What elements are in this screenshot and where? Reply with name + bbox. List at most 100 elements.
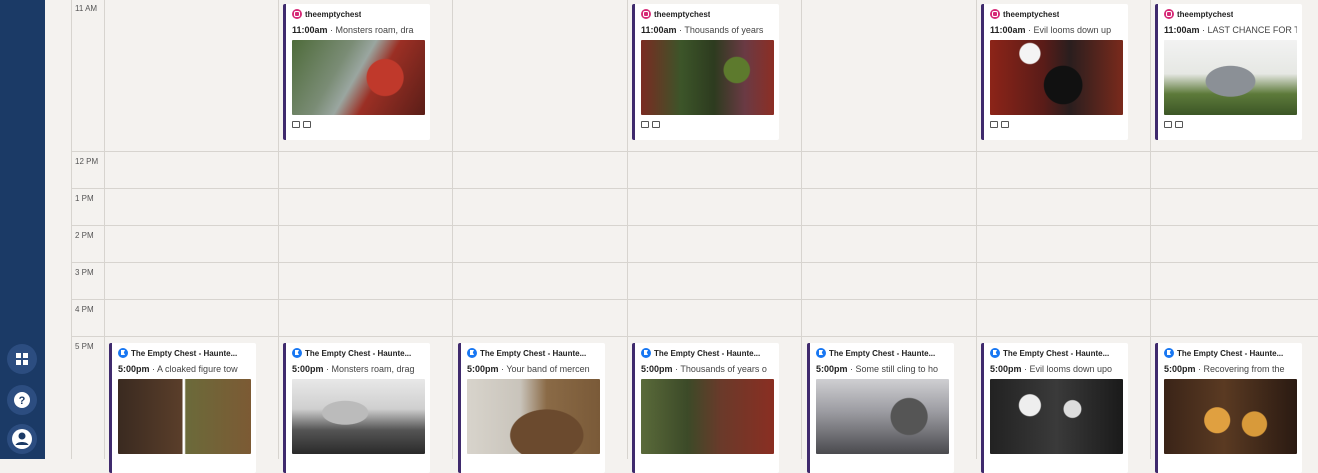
post-card[interactable]: theemptychest 11:00am · Evil looms down … (981, 4, 1128, 140)
facebook-flag-icon (467, 348, 477, 358)
day-column-line (801, 0, 802, 459)
post-card[interactable]: The Empty Chest - Haunte... 5:00pm · Som… (807, 343, 954, 473)
post-card-header: The Empty Chest - Haunte... (990, 347, 1123, 359)
post-caption: 5:00pm · Recovering from the (1164, 363, 1297, 375)
help-icon[interactable]: ? (7, 385, 37, 415)
separator: · (1021, 364, 1030, 374)
hour-line (71, 299, 1318, 300)
post-time: 5:00pm (641, 364, 673, 374)
calendar-icon[interactable] (641, 120, 649, 128)
separator: · (149, 364, 158, 374)
post-image[interactable] (1164, 40, 1297, 115)
calendar-gutter (45, 0, 71, 459)
svg-text:?: ? (19, 395, 26, 407)
post-time: 11:00am (990, 25, 1026, 35)
facebook-flag-icon (641, 348, 651, 358)
post-card-header: theemptychest (292, 8, 425, 20)
caption-text: Monsters roam, drag (331, 364, 415, 374)
day-column-line (452, 0, 453, 459)
post-caption: 5:00pm · Your band of mercen (467, 363, 600, 375)
post-card[interactable]: The Empty Chest - Haunte... 5:00pm · Rec… (1155, 343, 1302, 473)
caption-text: Thousands of years (684, 25, 764, 35)
post-time: 11:00am (292, 25, 328, 35)
caption-text: Your band of mercen (506, 364, 590, 374)
separator: · (1025, 25, 1034, 35)
calendar-icon[interactable] (292, 120, 300, 128)
post-card[interactable]: The Empty Chest - Haunte... 5:00pm · Mon… (283, 343, 430, 473)
post-time: 5:00pm (1164, 364, 1196, 374)
image-icon[interactable] (1175, 120, 1183, 128)
post-time: 11:00am (1164, 25, 1200, 35)
post-caption: 11:00am · Thousands of years (641, 24, 774, 36)
post-card[interactable]: The Empty Chest - Haunte... 5:00pm · You… (458, 343, 605, 473)
post-card-header: The Empty Chest - Haunte... (118, 347, 251, 359)
instagram-icon (1164, 9, 1174, 19)
account-name: The Empty Chest - Haunte... (1003, 348, 1110, 358)
separator: · (1199, 25, 1208, 35)
post-card-header: The Empty Chest - Haunte... (641, 347, 774, 359)
post-time: 5:00pm (118, 364, 150, 374)
post-image[interactable] (641, 40, 774, 115)
day-column-line (627, 0, 628, 459)
caption-text: Evil looms down up (1033, 25, 1112, 35)
facebook-flag-icon (816, 348, 826, 358)
post-card-header: The Empty Chest - Haunte... (467, 347, 600, 359)
avatar[interactable] (7, 424, 37, 454)
time-label: 4 PM (75, 305, 94, 314)
post-image[interactable] (990, 379, 1123, 454)
post-card[interactable]: The Empty Chest - Haunte... 5:00pm · Evi… (981, 343, 1128, 473)
post-caption: 5:00pm · Thousands of years o (641, 363, 774, 375)
account-name: theemptychest (1177, 9, 1234, 19)
post-caption: 5:00pm · Some still cling to ho (816, 363, 949, 375)
time-label: 12 PM (75, 157, 99, 166)
post-image[interactable] (467, 379, 600, 454)
post-card-header: theemptychest (990, 8, 1123, 20)
post-image[interactable] (292, 40, 425, 115)
account-name: The Empty Chest - Haunte... (480, 348, 587, 358)
image-icon[interactable] (652, 120, 660, 128)
post-image[interactable] (1164, 379, 1297, 454)
post-card-header: theemptychest (1164, 8, 1297, 20)
day-column-line (278, 0, 279, 459)
separator: · (327, 25, 336, 35)
account-name: theemptychest (654, 9, 711, 19)
post-card-header: The Empty Chest - Haunte... (1164, 347, 1297, 359)
post-card-header: The Empty Chest - Haunte... (816, 347, 949, 359)
post-caption: 5:00pm · Monsters roam, drag (292, 363, 425, 375)
image-icon[interactable] (1001, 120, 1009, 128)
post-card[interactable]: The Empty Chest - Haunte... 5:00pm · A c… (109, 343, 256, 473)
hour-line (71, 336, 1318, 337)
facebook-flag-icon (1164, 348, 1174, 358)
post-time: 5:00pm (816, 364, 848, 374)
caption-text: Thousands of years o (680, 364, 767, 374)
post-card-header: The Empty Chest - Haunte... (292, 347, 425, 359)
post-caption: 11:00am · LAST CHANCE FOR T (1164, 24, 1297, 36)
post-card[interactable]: theemptychest 11:00am · Monsters roam, d… (283, 4, 430, 140)
caption-text: Some still cling to ho (855, 364, 939, 374)
calendar-icon[interactable] (1164, 120, 1172, 128)
account-name: The Empty Chest - Haunte... (305, 348, 412, 358)
hour-line (71, 262, 1318, 263)
post-image[interactable] (292, 379, 425, 454)
post-card[interactable]: theemptychest 11:00am · Thousands of yea… (632, 4, 779, 140)
image-icon[interactable] (303, 120, 311, 128)
post-actions (641, 115, 774, 133)
post-actions (990, 115, 1123, 133)
hour-line (71, 188, 1318, 189)
account-name: theemptychest (305, 9, 362, 19)
post-actions (292, 115, 425, 133)
post-card[interactable]: theemptychest 11:00am · LAST CHANCE FOR … (1155, 4, 1302, 140)
caption-text: Monsters roam, dra (335, 25, 414, 35)
separator: · (323, 364, 332, 374)
caption-text: LAST CHANCE FOR T (1207, 25, 1297, 35)
post-image[interactable] (816, 379, 949, 454)
sidebar: ••• ? (0, 0, 45, 459)
calendar-icon[interactable] (990, 120, 998, 128)
post-image[interactable] (990, 40, 1123, 115)
menu-dots-icon[interactable]: ••• (15, 0, 29, 4)
post-card[interactable]: The Empty Chest - Haunte... 5:00pm · Tho… (632, 343, 779, 473)
post-image[interactable] (641, 379, 774, 454)
grid-icon[interactable] (7, 344, 37, 374)
post-image[interactable] (118, 379, 251, 454)
hour-line (71, 225, 1318, 226)
